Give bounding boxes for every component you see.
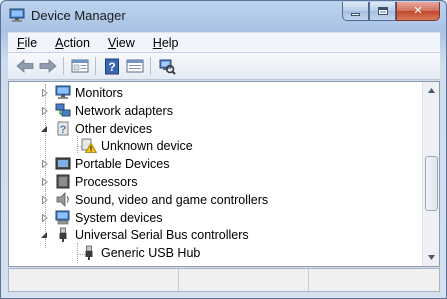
minimize-icon bbox=[351, 12, 360, 16]
tree-node-portable-devices[interactable]: Portable Devices bbox=[9, 155, 421, 173]
processor-icon bbox=[56, 174, 70, 189]
menu-file-label: ile bbox=[24, 35, 38, 50]
status-pane bbox=[9, 269, 179, 291]
menu-view-accel: V bbox=[107, 35, 117, 50]
menu-bar: File Action View Help bbox=[8, 32, 440, 52]
device-tree: Monitors Network adapters ? Other device… bbox=[9, 84, 421, 263]
toolbar: ? bbox=[8, 53, 440, 80]
properties-icon bbox=[71, 59, 88, 73]
properties-button[interactable] bbox=[68, 55, 91, 77]
speaker-icon bbox=[56, 191, 69, 207]
menu-help[interactable]: Help bbox=[144, 36, 188, 50]
collapsed-arrow-icon[interactable] bbox=[41, 213, 49, 222]
menu-help-accel: H bbox=[152, 35, 162, 50]
vertical-scrollbar[interactable] bbox=[422, 82, 439, 266]
menu-file[interactable]: File bbox=[8, 36, 46, 50]
tree-node-system-devices[interactable]: System devices bbox=[9, 209, 421, 227]
help-button[interactable]: ? bbox=[100, 55, 123, 77]
tree-node-label: Network adapters bbox=[75, 103, 173, 118]
menu-file-accel: F bbox=[17, 35, 25, 50]
minimize-button[interactable] bbox=[342, 2, 369, 21]
portable-device-icon bbox=[55, 157, 71, 170]
svg-text:?: ? bbox=[108, 60, 115, 74]
network-adapter-icon bbox=[55, 103, 71, 117]
tree-node-network-adapters[interactable]: Network adapters bbox=[9, 102, 421, 120]
scroll-up-button[interactable] bbox=[423, 82, 439, 99]
expanded-arrow-icon[interactable] bbox=[40, 231, 48, 239]
toolbar-separator bbox=[150, 57, 151, 75]
tree-node-label: Unknown device bbox=[101, 139, 193, 154]
show-hide-pane-icon bbox=[126, 59, 143, 73]
scan-hardware-button[interactable] bbox=[155, 55, 178, 77]
forward-button[interactable] bbox=[36, 55, 59, 77]
toolbar-separator bbox=[63, 57, 64, 75]
show-hide-pane-button[interactable] bbox=[123, 55, 146, 77]
scrollbar-thumb[interactable] bbox=[425, 156, 438, 211]
tree-node-other-devices[interactable]: ? Other devices bbox=[9, 120, 421, 138]
svg-text:?: ? bbox=[60, 124, 67, 136]
other-devices-icon: ? bbox=[57, 121, 69, 136]
menu-action-accel: A bbox=[55, 35, 64, 50]
close-button[interactable]: ✕ bbox=[396, 2, 440, 21]
caption-buttons: ✕ bbox=[342, 2, 440, 21]
collapsed-arrow-icon[interactable] bbox=[41, 195, 49, 204]
collapsed-arrow-icon[interactable] bbox=[41, 89, 49, 97]
menu-action-label: ction bbox=[63, 35, 90, 50]
tree-node-monitors[interactable]: Monitors bbox=[9, 84, 421, 102]
device-manager-window: Device Manager ✕ File Action View Help ?… bbox=[0, 0, 447, 299]
scan-hardware-icon bbox=[159, 59, 176, 75]
tree-node-label: System devices bbox=[75, 210, 163, 225]
device-tree-pane: Monitors Network adapters ? Other device… bbox=[8, 81, 440, 267]
tree-node-label: Generic USB Hub bbox=[101, 246, 201, 261]
menu-help-label: elp bbox=[161, 35, 179, 50]
window-title: Device Manager bbox=[31, 8, 126, 23]
toolbar-separator bbox=[95, 57, 96, 75]
menu-action[interactable]: Action bbox=[46, 36, 99, 50]
tree-node-processors[interactable]: Processors bbox=[9, 173, 421, 191]
system-devices-icon bbox=[55, 210, 70, 224]
menu-view[interactable]: View bbox=[99, 36, 144, 50]
tree-node-label: Monitors bbox=[75, 86, 123, 100]
scroll-down-button[interactable] bbox=[423, 249, 439, 266]
tree-node-label: Processors bbox=[75, 174, 138, 189]
tree-node-label: Sound, video and game controllers bbox=[75, 192, 269, 207]
tree-node-label: Other devices bbox=[75, 121, 153, 136]
forward-arrow-icon bbox=[39, 59, 57, 73]
tree-node-generic-usb-hub[interactable]: Generic USB Hub bbox=[9, 244, 421, 262]
device-manager-app-icon bbox=[9, 8, 25, 22]
tree-node-label: Universal Serial Bus controllers bbox=[75, 228, 249, 243]
tree-node-sound-video-game[interactable]: Sound, video and game controllers bbox=[9, 191, 421, 209]
menu-view-label: iew bbox=[116, 35, 135, 50]
scroll-down-arrow-icon bbox=[427, 255, 435, 260]
maximize-icon bbox=[377, 7, 388, 15]
close-icon: ✕ bbox=[413, 4, 423, 17]
tree-node-label: Portable Devices bbox=[75, 157, 170, 172]
maximize-button[interactable] bbox=[369, 2, 396, 21]
expanded-arrow-icon[interactable] bbox=[40, 125, 48, 133]
title-bar[interactable]: Device Manager ✕ bbox=[1, 1, 446, 31]
scroll-up-arrow-icon bbox=[427, 88, 435, 93]
back-arrow-icon bbox=[15, 59, 33, 73]
help-icon: ? bbox=[104, 58, 119, 74]
status-pane bbox=[309, 269, 439, 291]
tree-node-usb-controllers[interactable]: Universal Serial Bus controllers bbox=[9, 226, 421, 244]
back-button[interactable] bbox=[13, 55, 36, 77]
collapsed-arrow-icon[interactable] bbox=[41, 160, 49, 169]
status-bar bbox=[8, 268, 440, 292]
collapsed-arrow-icon[interactable] bbox=[41, 106, 49, 115]
unknown-device-warning-icon bbox=[81, 138, 97, 154]
monitor-icon bbox=[55, 85, 71, 99]
usb-hub-icon bbox=[85, 245, 93, 261]
status-pane bbox=[179, 269, 309, 291]
tree-node-unknown-device[interactable]: Unknown device bbox=[9, 137, 421, 155]
collapsed-arrow-icon[interactable] bbox=[41, 177, 49, 186]
usb-controller-icon bbox=[59, 227, 67, 243]
